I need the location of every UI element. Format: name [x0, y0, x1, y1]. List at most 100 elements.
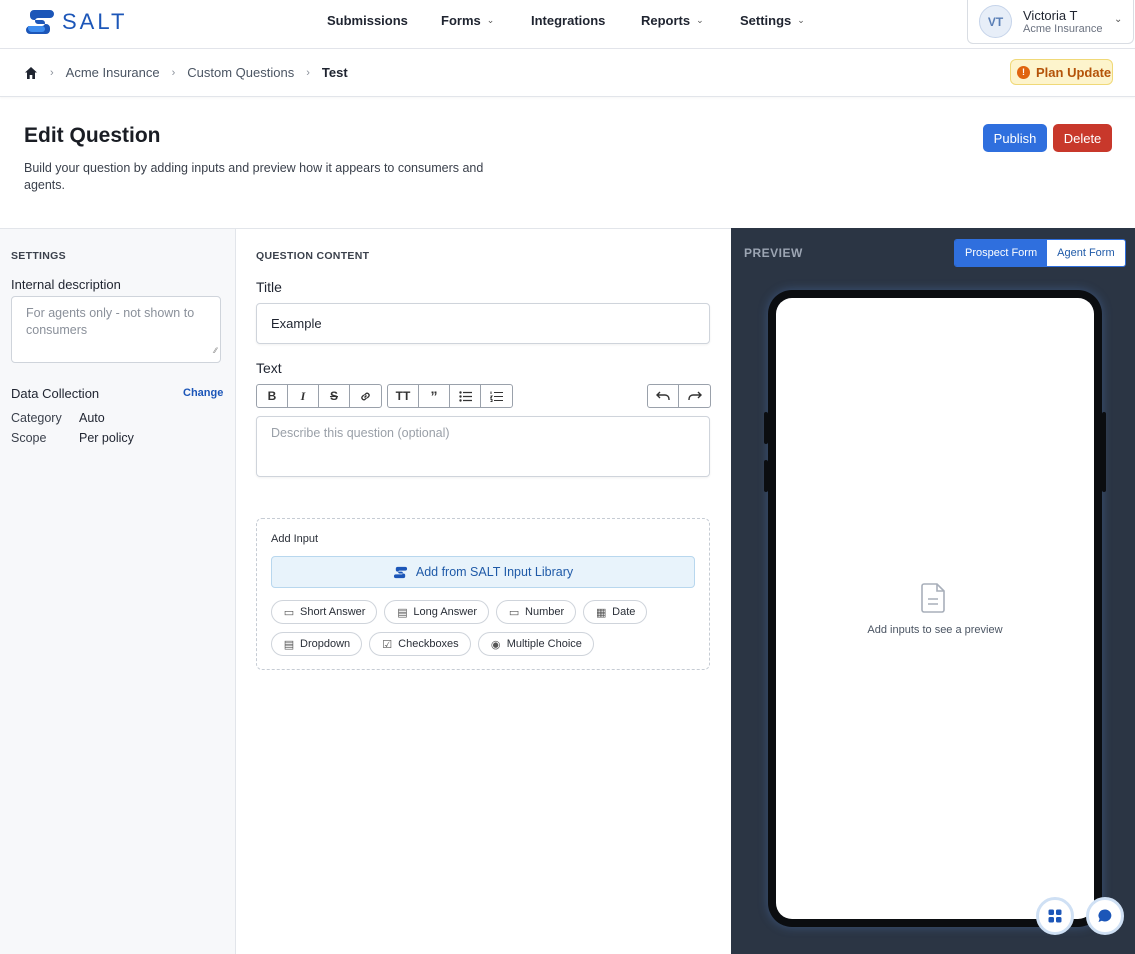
phone-screen: Add inputs to see a preview — [776, 298, 1094, 919]
phone-frame: Add inputs to see a preview — [764, 290, 1106, 927]
checkbox-icon: ☑ — [382, 638, 393, 651]
preview-heading: PREVIEW — [744, 246, 803, 260]
bold-icon[interactable]: B — [257, 385, 288, 407]
short-answer-icon: ▭ — [283, 606, 295, 619]
text-label: Text — [256, 360, 282, 376]
plan-update-label: Plan Update — [1036, 64, 1112, 80]
home-icon[interactable] — [24, 66, 38, 80]
question-content-heading: QUESTION CONTENT — [256, 250, 370, 262]
settings-heading: SETTINGS — [11, 250, 66, 262]
scope-key: Scope — [11, 431, 47, 445]
preview-form-toggle: Prospect Form Agent Form — [954, 239, 1126, 267]
apps-button[interactable] — [1036, 897, 1074, 935]
bullet-list-icon[interactable] — [450, 385, 481, 407]
add-from-library-button[interactable]: Add from SALT Input Library — [271, 556, 695, 588]
number-icon: ▭ — [508, 606, 520, 619]
long-answer-icon: ▤ — [397, 606, 408, 619]
nav-label: Reports — [641, 13, 691, 28]
strikethrough-icon[interactable]: S — [319, 385, 350, 407]
nav-forms[interactable]: Forms ⌄ — [441, 13, 494, 28]
nav-settings[interactable]: Settings ⌄ — [740, 13, 805, 28]
long-answer-button[interactable]: ▤ Long Answer — [384, 600, 490, 624]
breadcrumb-item[interactable]: Custom Questions — [187, 65, 294, 80]
chip-label: Multiple Choice — [506, 638, 582, 650]
chevron-down-icon: ⌄ — [486, 15, 495, 25]
library-button-label: Add from SALT Input Library — [415, 565, 574, 579]
question-text-placeholder: Describe this question (optional) — [271, 426, 450, 440]
calendar-icon: ▦ — [595, 606, 607, 619]
tab-prospect-form[interactable]: Prospect Form — [955, 240, 1048, 266]
user-name: Victoria T — [1023, 8, 1078, 23]
undo-icon[interactable] — [648, 385, 679, 407]
nav-submissions[interactable]: Submissions — [327, 13, 408, 28]
redo-icon[interactable] — [679, 385, 710, 407]
phone-side-button — [1102, 412, 1106, 492]
top-navigation: SALT Submissions Forms ⌄ Integrations Re… — [0, 0, 1135, 49]
italic-icon[interactable]: I — [288, 385, 319, 407]
tab-agent-form[interactable]: Agent Form — [1047, 240, 1125, 266]
input-type-row: ▤ Dropdown ☑ Checkboxes ◉ Multiple Choic… — [271, 632, 594, 656]
resize-handle-icon[interactable]: ∕∕ — [214, 342, 217, 359]
radio-icon: ◉ — [490, 638, 501, 651]
input-type-row: ▭ Short Answer ▤ Long Answer ▭ Number ▦ … — [271, 600, 648, 624]
chip-label: Short Answer — [300, 606, 366, 618]
delete-button[interactable]: Delete — [1053, 124, 1112, 152]
internal-description-label: Internal description — [11, 277, 121, 292]
number-button[interactable]: ▭ Number — [496, 600, 577, 624]
salt-logo-icon — [393, 566, 407, 578]
category-key: Category — [11, 411, 62, 425]
add-input-label: Add Input — [271, 533, 319, 545]
internal-description-placeholder: For agents only - not shown to consumers — [26, 306, 195, 337]
date-button[interactable]: ▦ Date — [583, 600, 648, 624]
logo-text: SALT — [62, 9, 128, 34]
user-menu[interactable]: VT Victoria T Acme Insurance ⌄ — [967, 0, 1134, 44]
chevron-down-icon: ⌄ — [797, 15, 805, 25]
salt-logo[interactable]: SALT — [24, 6, 127, 38]
title-label: Title — [256, 279, 282, 295]
link-icon[interactable] — [350, 385, 381, 407]
nav-label: Forms — [441, 13, 481, 28]
chevron-right-icon: › — [171, 66, 176, 79]
nav-integrations[interactable]: Integrations — [531, 13, 605, 28]
chevron-down-icon: ⌄ — [1114, 14, 1123, 25]
breadcrumb-item[interactable]: Acme Insurance — [66, 65, 160, 80]
nav-label: Submissions — [327, 13, 408, 28]
history-toolbar — [647, 384, 711, 408]
avatar: VT — [979, 5, 1012, 38]
change-link[interactable]: Change — [183, 387, 223, 399]
exclamation-icon: ! — [1017, 65, 1030, 79]
salt-logo-icon — [26, 10, 54, 34]
preview-empty-text: Add inputs to see a preview — [867, 624, 1003, 636]
nav-label: Settings — [740, 13, 792, 28]
quote-icon[interactable]: ” — [419, 385, 450, 407]
short-answer-button[interactable]: ▭ Short Answer — [271, 600, 378, 624]
scope-value: Per policy — [79, 431, 134, 445]
grid-icon — [1048, 909, 1062, 923]
page-title: Edit Question — [24, 124, 161, 147]
heading-icon[interactable]: ТT — [388, 385, 419, 407]
document-icon — [921, 583, 945, 613]
chip-label: Checkboxes — [398, 638, 459, 650]
title-input[interactable]: Example — [256, 303, 710, 344]
chip-label: Number — [525, 606, 565, 618]
multiple-choice-button[interactable]: ◉ Multiple Choice — [477, 632, 594, 656]
plan-update-badge[interactable]: ! Plan Update — [1010, 59, 1113, 85]
block-toolbar: ТT ” — [387, 384, 513, 408]
nav-reports[interactable]: Reports ⌄ — [641, 13, 704, 28]
title-value: Example — [271, 316, 322, 331]
phone-side-button — [764, 412, 768, 444]
checkboxes-button[interactable]: ☑ Checkboxes — [369, 632, 471, 656]
nav-label: Integrations — [531, 13, 606, 28]
internal-description-input[interactable]: For agents only - not shown to consumers… — [11, 296, 221, 363]
publish-button[interactable]: Publish — [983, 124, 1047, 152]
chevron-down-icon: ⌄ — [696, 15, 704, 25]
add-input-dropzone: Add Input Add from SALT Input Library ▭ … — [256, 518, 710, 670]
category-value: Auto — [79, 411, 105, 425]
numbered-list-icon[interactable] — [481, 385, 512, 407]
phone-side-button — [764, 460, 768, 492]
question-text-input[interactable]: Describe this question (optional) — [256, 416, 710, 477]
chat-button[interactable] — [1086, 897, 1124, 935]
dropdown-button[interactable]: ▤ Dropdown — [271, 632, 363, 656]
page-description: Build your question by adding inputs and… — [24, 161, 484, 192]
breadcrumb-current: Test — [321, 65, 348, 80]
